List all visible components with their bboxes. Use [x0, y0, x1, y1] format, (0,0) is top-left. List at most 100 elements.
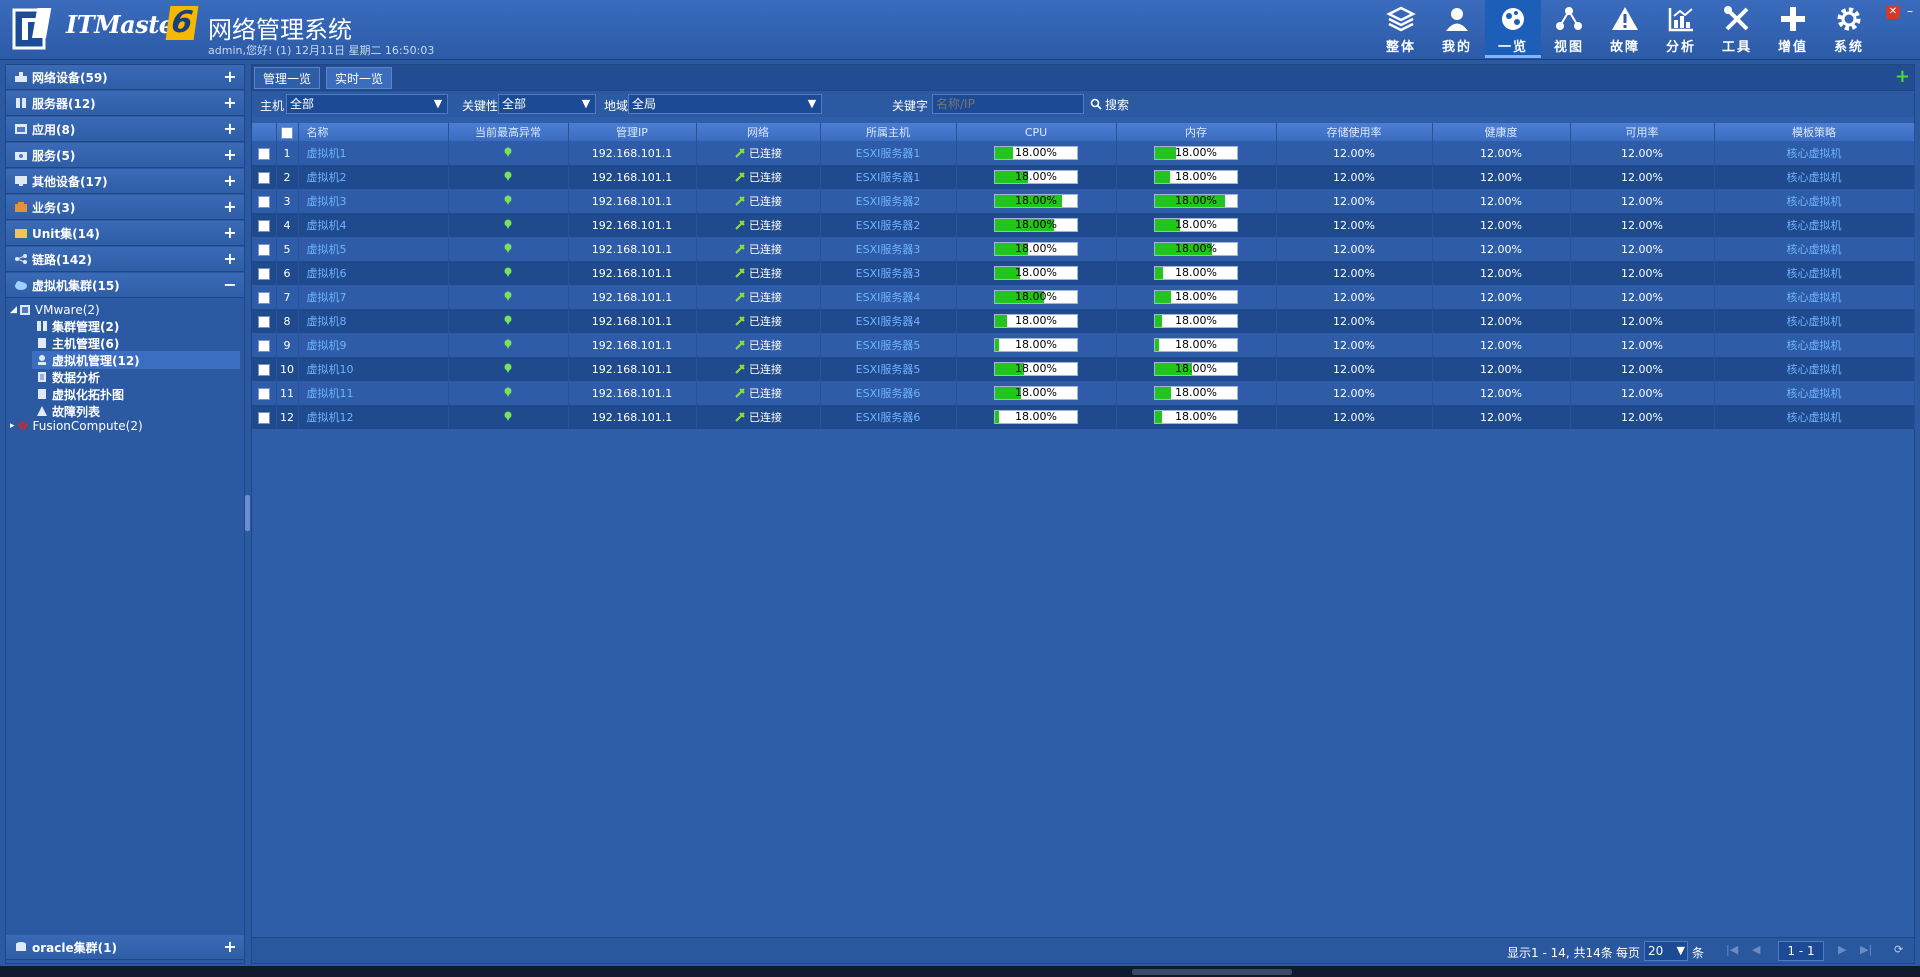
- table-row[interactable]: 3 虚拟机3 192.168.101.1 已连接 ESXI服务器2 18.00% 18.00…: [252, 189, 1915, 213]
- row-checkbox[interactable]: [252, 381, 277, 405]
- vm-name-link[interactable]: 虚拟机7: [298, 285, 449, 309]
- expand-arrow-icon[interactable]: ▸: [10, 421, 15, 431]
- page-number-input[interactable]: 1 - 1: [1778, 941, 1824, 961]
- row-checkbox[interactable]: [252, 333, 277, 357]
- column-header-cpu[interactable]: CPU: [956, 123, 1117, 141]
- sidebar-cat-other-devices[interactable]: 其他设备(17) +: [6, 169, 244, 194]
- vm-name-link[interactable]: 虚拟机9: [298, 333, 449, 357]
- tree-item-host-mgmt[interactable]: 主机管理(6): [36, 334, 119, 352]
- table-row[interactable]: 5 虚拟机5 192.168.101.1 已连接 ESXI服务器3 18.00% 18.00…: [252, 237, 1915, 261]
- policy-link[interactable]: 核心虚拟机: [1714, 357, 1915, 381]
- vm-name-link[interactable]: 虚拟机6: [298, 261, 449, 285]
- host-link[interactable]: ESXI服务器4: [820, 285, 957, 309]
- sidebar-cat-servers[interactable]: 服务器(12) +: [6, 91, 244, 116]
- tree-item-cluster-mgmt[interactable]: 集群管理(2): [36, 317, 119, 335]
- select-all-checkbox[interactable]: [276, 123, 299, 141]
- policy-link[interactable]: 核心虚拟机: [1714, 333, 1915, 357]
- expand-arrow-icon[interactable]: ◢: [10, 305, 17, 315]
- expand-icon[interactable]: +: [222, 69, 238, 85]
- expand-icon[interactable]: +: [222, 121, 238, 137]
- row-checkbox[interactable]: [252, 189, 277, 213]
- nav-tools[interactable]: 工具: [1709, 0, 1765, 58]
- expand-icon[interactable]: +: [222, 939, 238, 955]
- tree-item-data-analysis[interactable]: 数据分析: [36, 368, 100, 386]
- tab-realtime-overview[interactable]: 实时一览: [326, 67, 393, 89]
- tree-item-vm-mgmt[interactable]: 虚拟机管理(12): [32, 351, 240, 369]
- sidebar-cat-unit-sets[interactable]: Unit集(14) +: [6, 221, 244, 246]
- table-row[interactable]: 11 虚拟机11 192.168.101.1 已连接 ESXI服务器6 18.00% 18.…: [252, 381, 1915, 405]
- nav-analysis[interactable]: 分析: [1653, 0, 1709, 58]
- vm-name-link[interactable]: 虚拟机10: [298, 357, 449, 381]
- table-row[interactable]: 6 虚拟机6 192.168.101.1 已连接 ESXI服务器3 18.00% 18.00…: [252, 261, 1915, 285]
- add-tab-icon[interactable]: +: [1895, 68, 1910, 86]
- first-page-icon[interactable]: |◀: [1726, 943, 1738, 956]
- region-filter-select[interactable]: 全局 ▼: [628, 94, 822, 114]
- policy-link[interactable]: 核心虚拟机: [1714, 381, 1915, 405]
- sidebar-cat-vm-cluster[interactable]: 虚拟机集群(15) −: [6, 273, 244, 298]
- policy-link[interactable]: 核心虚拟机: [1714, 309, 1915, 333]
- host-link[interactable]: ESXI服务器6: [820, 405, 957, 429]
- nav-view[interactable]: 视图: [1541, 0, 1597, 58]
- expand-icon[interactable]: +: [222, 173, 238, 189]
- refresh-icon[interactable]: ⟳: [1894, 943, 1903, 956]
- policy-link[interactable]: 核心虚拟机: [1714, 141, 1915, 165]
- column-header-memory[interactable]: 内存: [1116, 123, 1277, 141]
- host-link[interactable]: ESXI服务器5: [820, 333, 957, 357]
- host-link[interactable]: ESXI服务器1: [820, 141, 957, 165]
- nav-value-added[interactable]: 增值: [1765, 0, 1821, 58]
- scroll-handle[interactable]: [1132, 969, 1292, 975]
- sidebar-cat-services[interactable]: 服务(5) +: [6, 143, 244, 168]
- row-checkbox[interactable]: [252, 309, 277, 333]
- next-page-icon[interactable]: ▶: [1838, 943, 1846, 956]
- sidebar-cat-business[interactable]: 业务(3) +: [6, 195, 244, 220]
- sidebar-cat-links[interactable]: 链路(142) +: [6, 247, 244, 272]
- policy-link[interactable]: 核心虚拟机: [1714, 237, 1915, 261]
- column-header-ip[interactable]: 管理IP: [568, 123, 697, 141]
- row-checkbox[interactable]: [252, 213, 277, 237]
- host-link[interactable]: ESXI服务器6: [820, 381, 957, 405]
- table-row[interactable]: 9 虚拟机9 192.168.101.1 已连接 ESXI服务器5 18.00% 18.00…: [252, 333, 1915, 357]
- host-link[interactable]: ESXI服务器1: [820, 165, 957, 189]
- table-row[interactable]: 4 虚拟机4 192.168.101.1 已连接 ESXI服务器2 18.00% 18.00…: [252, 213, 1915, 237]
- expand-icon[interactable]: +: [222, 95, 238, 111]
- vm-name-link[interactable]: 虚拟机11: [298, 381, 449, 405]
- row-checkbox[interactable]: [252, 261, 277, 285]
- collapse-icon[interactable]: −: [222, 277, 238, 293]
- expand-icon[interactable]: +: [222, 147, 238, 163]
- table-row[interactable]: 8 虚拟机8 192.168.101.1 已连接 ESXI服务器4 18.00% 18.00…: [252, 309, 1915, 333]
- sidebar-cat-oracle-cluster[interactable]: oracle集群(1) +: [6, 935, 244, 960]
- nav-fault[interactable]: 故障: [1597, 0, 1653, 58]
- last-page-icon[interactable]: ▶|: [1860, 943, 1872, 956]
- host-link[interactable]: ESXI服务器4: [820, 309, 957, 333]
- expand-icon[interactable]: +: [222, 199, 238, 215]
- keyword-input[interactable]: [932, 94, 1084, 114]
- host-link[interactable]: ESXI服务器2: [820, 213, 957, 237]
- table-row[interactable]: 1 虚拟机1 192.168.101.1 已连接 ESXI服务器1 18.00% 18.00…: [252, 141, 1915, 165]
- sidebar-cat-applications[interactable]: 应用(8) +: [6, 117, 244, 142]
- column-header-storage[interactable]: 存储使用率: [1276, 123, 1433, 141]
- minimize-icon[interactable]: –: [1903, 5, 1917, 19]
- page-size-select[interactable]: 20 ▼: [1644, 941, 1688, 961]
- vm-name-link[interactable]: 虚拟机8: [298, 309, 449, 333]
- vm-name-link[interactable]: 虚拟机12: [298, 405, 449, 429]
- column-header-availability[interactable]: 可用率: [1570, 123, 1715, 141]
- row-checkbox[interactable]: [252, 405, 277, 429]
- row-checkbox[interactable]: [252, 237, 277, 261]
- prev-page-icon[interactable]: ◀: [1752, 943, 1760, 956]
- tab-management-overview[interactable]: 管理一览: [254, 67, 321, 89]
- vm-name-link[interactable]: 虚拟机5: [298, 237, 449, 261]
- host-link[interactable]: ESXI服务器2: [820, 189, 957, 213]
- vm-name-link[interactable]: 虚拟机4: [298, 213, 449, 237]
- nav-overall[interactable]: 整体: [1373, 0, 1429, 58]
- policy-link[interactable]: 核心虚拟机: [1714, 189, 1915, 213]
- tree-node-fusioncompute[interactable]: ▸ FusionCompute(2): [10, 417, 143, 435]
- nav-mine[interactable]: 我的: [1429, 0, 1485, 58]
- policy-link[interactable]: 核心虚拟机: [1714, 261, 1915, 285]
- vm-name-link[interactable]: 虚拟机3: [298, 189, 449, 213]
- host-link[interactable]: ESXI服务器3: [820, 261, 957, 285]
- table-row[interactable]: 7 虚拟机7 192.168.101.1 已连接 ESXI服务器4 18.00% 18.00…: [252, 285, 1915, 309]
- tree-item-topology[interactable]: 虚拟化拓扑图: [36, 385, 124, 403]
- row-checkbox[interactable]: [252, 285, 277, 309]
- column-header-policy[interactable]: 模板策略: [1714, 123, 1915, 141]
- nav-system[interactable]: 系统: [1821, 0, 1877, 58]
